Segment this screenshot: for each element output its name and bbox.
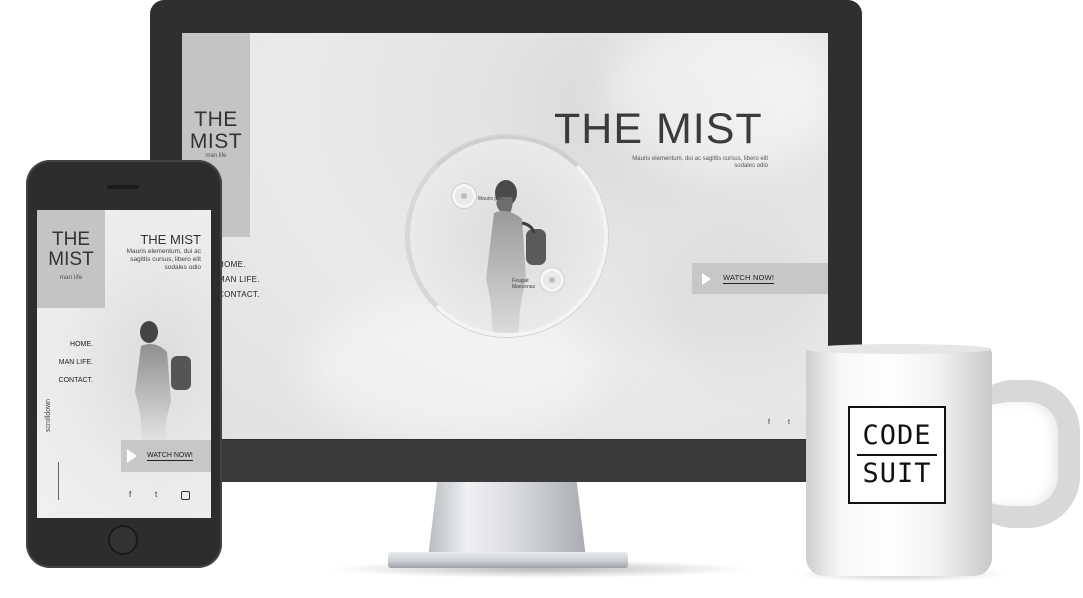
facebook-icon[interactable]: f (768, 419, 770, 426)
logo-line2: MIST (48, 249, 94, 270)
nav-item-home[interactable]: HOME. (51, 336, 93, 354)
watch-now-button[interactable]: WATCH NOW! (121, 440, 211, 472)
scrolldown-label[interactable]: scrolldown (45, 399, 52, 432)
code-suit-logo: CODE SUIT (848, 406, 946, 504)
play-icon (702, 272, 711, 285)
hotspot-label: Mauris pur... (478, 196, 506, 202)
play-icon (127, 449, 137, 463)
hero-title: THE MIST (140, 232, 201, 247)
fog-texture (652, 233, 828, 373)
logo-line1: THE (52, 229, 90, 250)
logo-line1: THE (194, 108, 238, 131)
progress-ring (406, 135, 608, 337)
monitor-base (388, 552, 628, 568)
mug-rim (806, 344, 992, 354)
hero-subtitle: Mauris elementum, dui ac sagittis cursus… (126, 248, 201, 271)
phone-home-button[interactable] (108, 525, 138, 555)
man-photo (135, 321, 191, 442)
hotspot-marker[interactable] (455, 187, 473, 205)
hotspot-label: Feugiat Maecenas (512, 278, 536, 290)
nav-item-contact[interactable]: CONTACT. (218, 287, 260, 302)
logo-line2: MIST (189, 130, 243, 153)
logo-divider (857, 454, 937, 456)
instagram-icon[interactable] (181, 491, 190, 500)
nav-item-man-life[interactable]: MAN LIFE. (51, 354, 93, 372)
hotspot-marker[interactable] (543, 271, 561, 289)
logo-tagline: man life (205, 153, 227, 159)
monitor-stand (428, 480, 586, 558)
site-logo[interactable]: THE MIST (37, 230, 105, 270)
site-logo[interactable]: THE MIST (182, 109, 250, 153)
twitter-icon[interactable]: t (155, 490, 157, 499)
scrolldown-line (58, 462, 59, 500)
watch-now-label: WATCH NOW! (147, 451, 193, 461)
nav-item-home[interactable]: HOME. (218, 257, 260, 272)
facebook-icon[interactable]: f (129, 490, 131, 499)
nav-item-man-life[interactable]: MAN LIFE. (218, 272, 260, 287)
phone-speaker (107, 185, 139, 189)
logo-word-suit: SUIT (862, 458, 932, 489)
watch-now-button[interactable]: WATCH NOW! (692, 263, 828, 294)
main-nav: HOME. MAN LIFE. CONTACT. (218, 257, 260, 302)
twitter-icon[interactable]: t (788, 419, 790, 426)
hero-subtitle: Mauris elementum, dui ac sagittis cursus… (632, 156, 768, 169)
main-nav: HOME. MAN LIFE. CONTACT. (51, 336, 93, 390)
watch-now-label: WATCH NOW! (723, 273, 775, 284)
nav-item-contact[interactable]: CONTACT. (51, 372, 93, 390)
logo-tagline: man life (59, 274, 83, 281)
logo-word-code: CODE (862, 420, 932, 451)
mobile-screen: THE MIST man life THE MIST Mauris elemen… (37, 210, 211, 518)
monitor-chin (150, 440, 862, 482)
